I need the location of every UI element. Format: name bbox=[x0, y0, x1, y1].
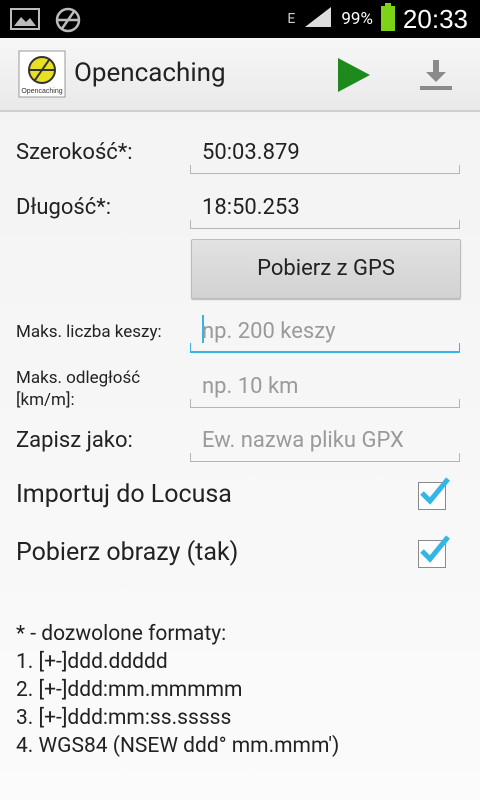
import-locus-checkbox[interactable] bbox=[418, 477, 450, 510]
signal-icon bbox=[303, 5, 333, 33]
latitude-label: Szerokość*: bbox=[16, 140, 133, 165]
checkmark-icon bbox=[420, 477, 450, 505]
download-icon[interactable] bbox=[414, 54, 458, 94]
app-title: Opencaching bbox=[74, 58, 226, 88]
max-distance-label: Maks. odległość [km/m]: bbox=[16, 367, 140, 411]
longitude-underline bbox=[190, 220, 460, 229]
save-as-underline bbox=[190, 453, 460, 462]
notes-line: 4. WGS84 (NSEW ddd° mm.mmm') bbox=[16, 734, 340, 758]
svg-text:Opencaching: Opencaching bbox=[21, 88, 62, 95]
geocaching-icon bbox=[54, 6, 82, 38]
notes-header: * - dozwolone formaty: bbox=[16, 622, 227, 646]
longitude-field[interactable]: 18:50.253 bbox=[190, 189, 460, 229]
action-bar: Opencaching Opencaching bbox=[0, 38, 480, 112]
notes-line: 1. [+-]ddd.ddddd bbox=[16, 650, 168, 674]
image-icon bbox=[10, 6, 40, 38]
save-as-field[interactable]: Ew. nazwa pliku GPX bbox=[190, 422, 460, 462]
max-distance-label-line1: Maks. odległość bbox=[16, 368, 141, 388]
notes-line: 2. [+-]ddd:mm.mmmmm bbox=[16, 678, 243, 702]
status-bar: E 99% 20:33 bbox=[0, 0, 480, 38]
latitude-underline bbox=[190, 165, 460, 174]
network-type-icon: E bbox=[287, 11, 296, 27]
play-icon[interactable] bbox=[330, 52, 378, 98]
max-distance-underline bbox=[190, 399, 460, 408]
longitude-value: 18:50.253 bbox=[202, 195, 300, 220]
max-caches-placeholder: np. 200 keszy bbox=[202, 319, 336, 344]
max-distance-field[interactable]: np. 10 km bbox=[190, 368, 460, 408]
download-images-checkbox[interactable] bbox=[418, 535, 450, 568]
opencaching-logo-icon[interactable]: Opencaching bbox=[18, 50, 66, 98]
battery-icon bbox=[380, 3, 395, 35]
max-caches-field[interactable]: np. 200 keszy bbox=[190, 313, 460, 353]
format-notes: * - dozwolone formaty: 1. [+-]ddd.ddddd … bbox=[16, 620, 339, 760]
import-locus-label: Importuj do Locusa bbox=[16, 480, 232, 509]
max-distance-placeholder: np. 10 km bbox=[202, 374, 299, 399]
save-as-placeholder: Ew. nazwa pliku GPX bbox=[202, 428, 404, 453]
max-caches-underline bbox=[190, 343, 460, 353]
max-distance-label-line2: [km/m]: bbox=[16, 390, 75, 410]
battery-percent: 99% bbox=[341, 9, 373, 29]
download-images-label: Pobierz obrazy (tak) bbox=[16, 538, 239, 567]
notes-line: 3. [+-]ddd:mm:ss.sssss bbox=[16, 706, 232, 730]
save-as-label: Zapisz jako: bbox=[16, 428, 133, 453]
clock: 20:33 bbox=[402, 3, 468, 34]
latitude-value: 50:03.879 bbox=[202, 140, 300, 165]
checkmark-icon bbox=[420, 535, 450, 563]
longitude-label: Długość*: bbox=[16, 195, 112, 220]
latitude-field[interactable]: 50:03.879 bbox=[190, 134, 460, 174]
max-caches-label: Maks. liczba keszy: bbox=[16, 322, 162, 342]
get-gps-button[interactable]: Pobierz z GPS bbox=[191, 239, 461, 299]
